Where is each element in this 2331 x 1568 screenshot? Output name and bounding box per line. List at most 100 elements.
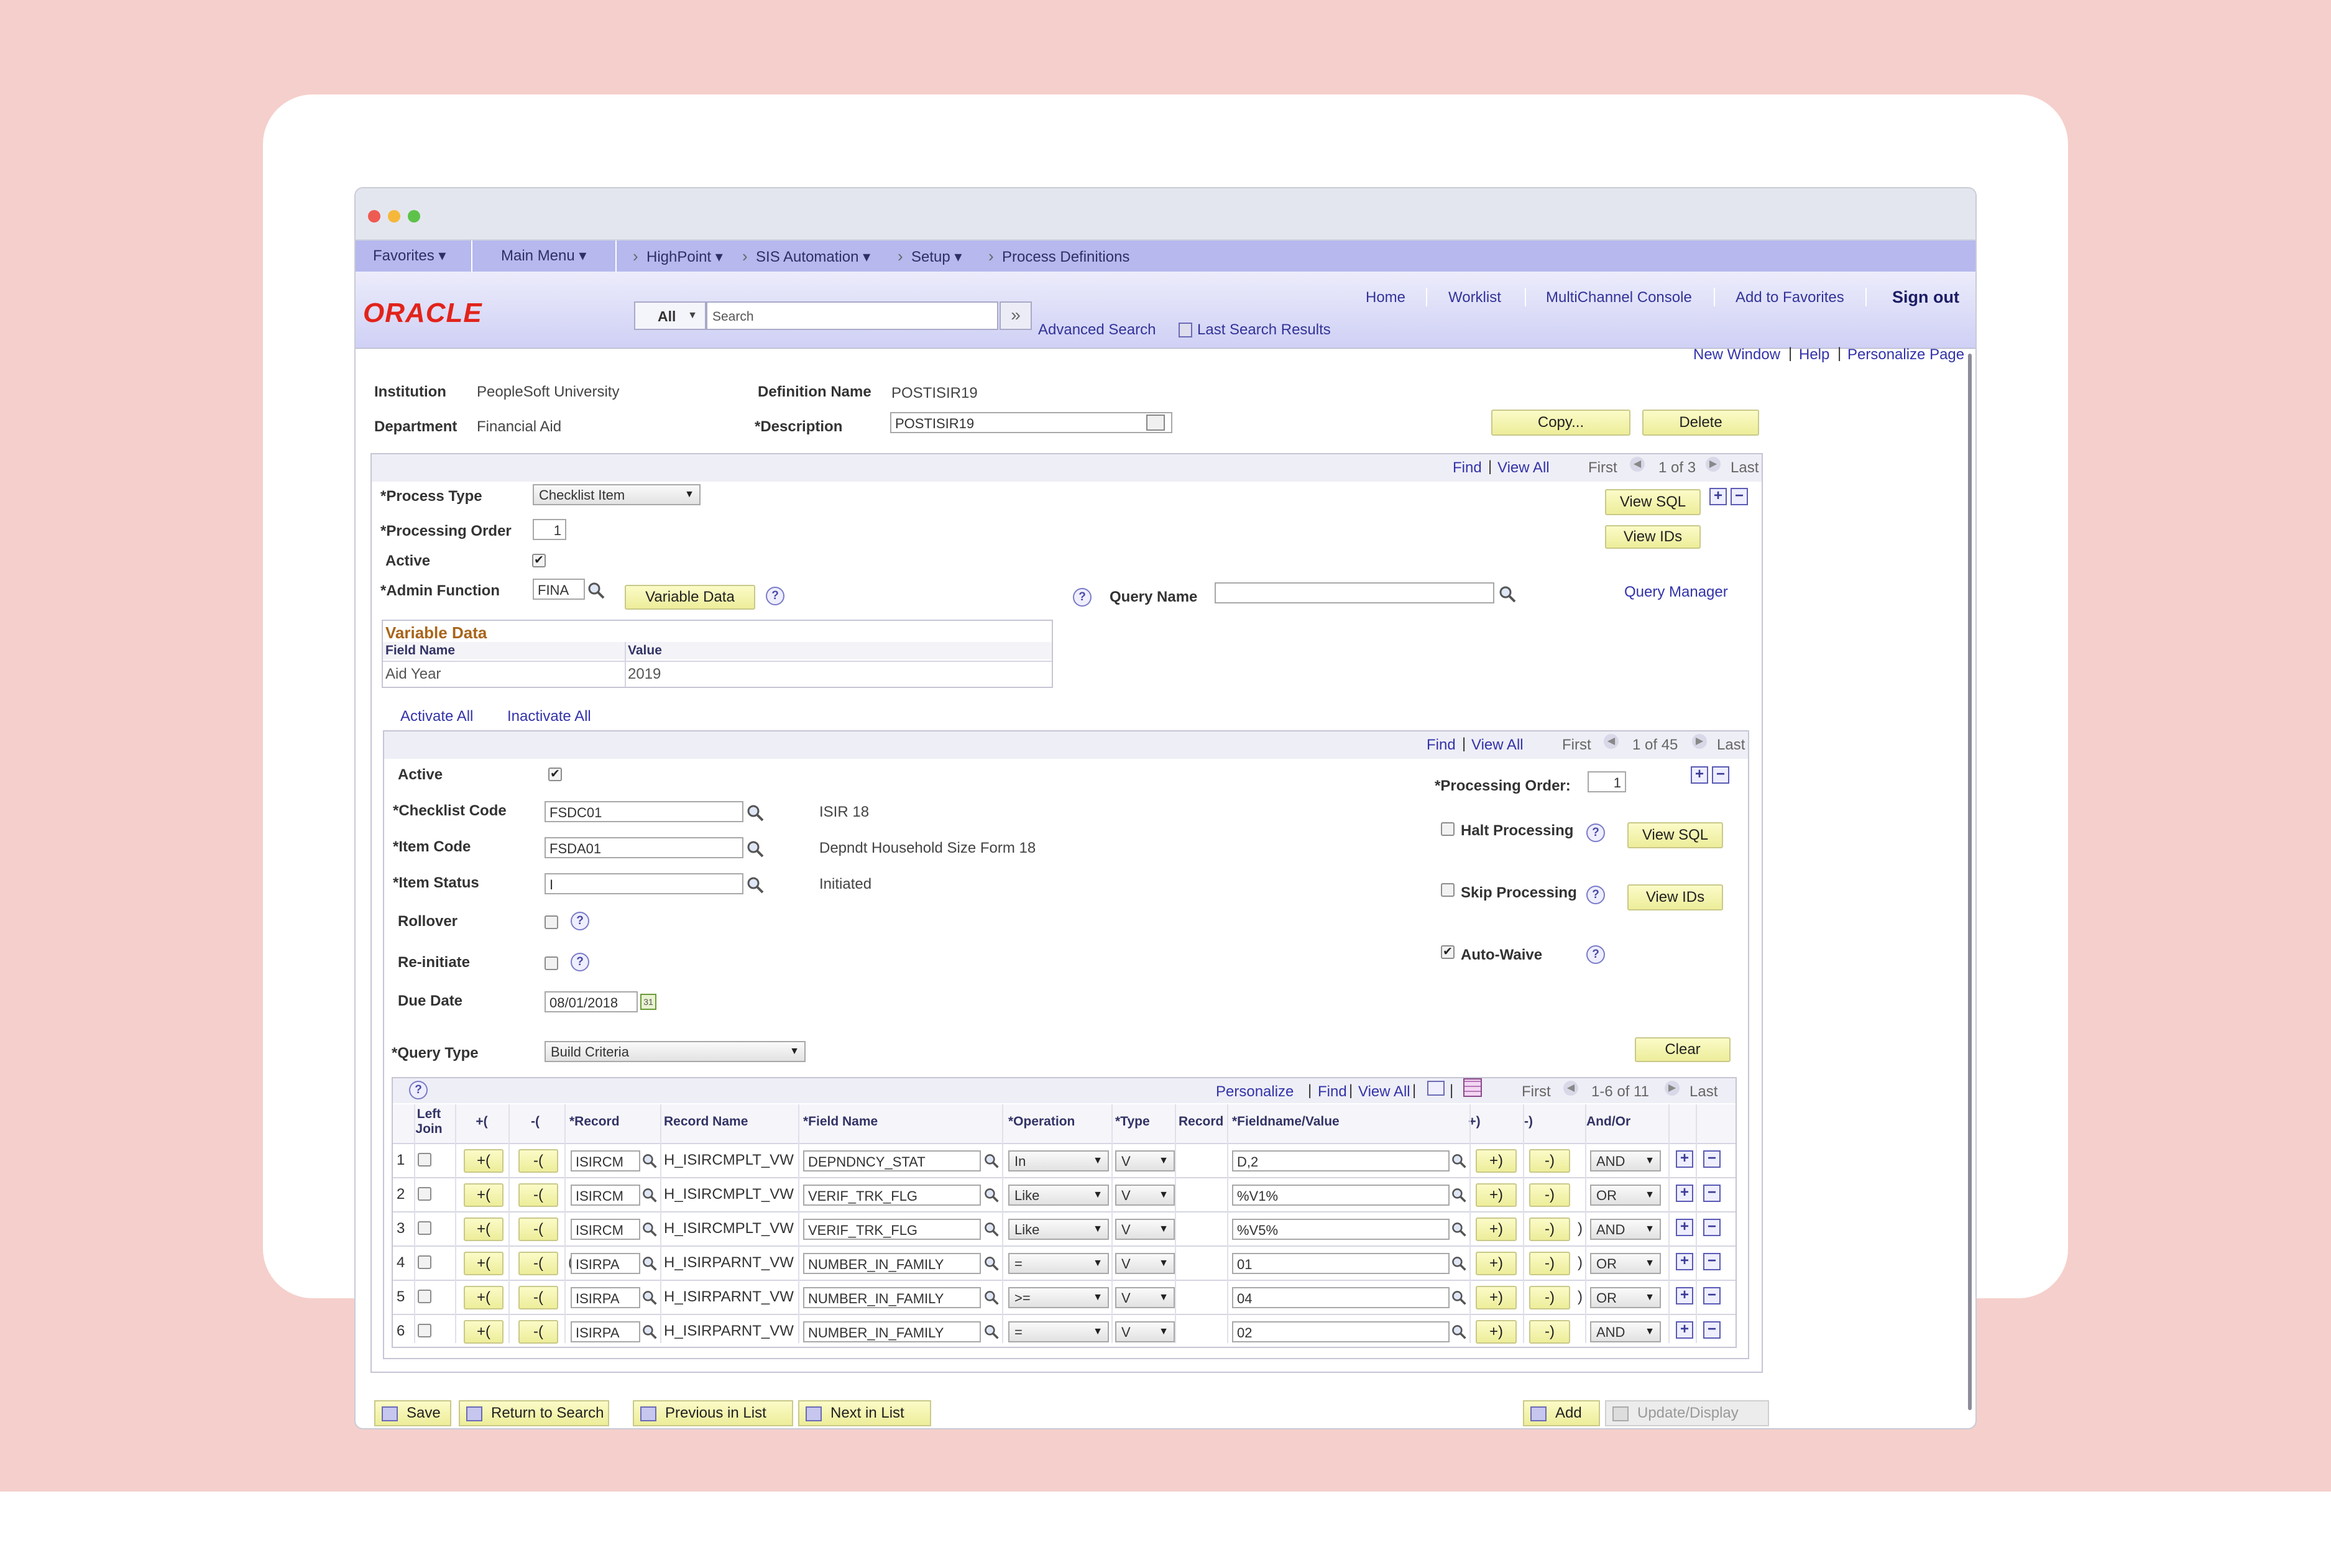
item-view-ids-button[interactable]: View IDs — [1627, 884, 1723, 910]
add-open-paren-button[interactable]: +( — [464, 1183, 503, 1207]
search-icon[interactable] — [1498, 585, 1517, 603]
field-name-field[interactable]: VERIF_TRK_FLG — [803, 1219, 981, 1240]
del-close-paren-button[interactable]: -) — [1529, 1217, 1570, 1241]
description-field[interactable]: POSTISIR19 — [890, 412, 1172, 433]
left-join-checkbox[interactable] — [418, 1153, 431, 1167]
type-select[interactable]: V ▼ — [1115, 1253, 1175, 1274]
operation-select[interactable]: >= ▼ — [1008, 1287, 1109, 1308]
add-open-paren-button[interactable]: +( — [464, 1286, 503, 1309]
search-icon[interactable] — [983, 1221, 1002, 1240]
search-icon[interactable] — [641, 1221, 660, 1240]
field-name-field[interactable]: NUMBER_IN_FAMILY — [803, 1253, 981, 1274]
del-close-paren-button[interactable]: -) — [1529, 1149, 1570, 1173]
and-or-select[interactable]: OR ▼ — [1590, 1185, 1661, 1206]
del-open-paren-button[interactable]: -( — [518, 1149, 558, 1173]
process-view-ids-button[interactable]: View IDs — [1605, 525, 1701, 549]
item-active-checkbox[interactable]: ✔ — [548, 768, 562, 781]
operation-select[interactable]: = ▼ — [1008, 1321, 1109, 1342]
type-select[interactable]: V ▼ — [1115, 1185, 1175, 1206]
add-button[interactable]: Add — [1523, 1400, 1600, 1426]
fieldname-value-field[interactable]: %V5% — [1232, 1219, 1450, 1240]
breadcrumb-highpoint[interactable]: › HighPoint ▾ — [633, 247, 723, 266]
process-view-sql-button[interactable]: View SQL — [1605, 489, 1701, 515]
item-view-all-link[interactable]: View All — [1471, 736, 1524, 754]
inactivate-all-link[interactable]: Inactivate All — [507, 708, 591, 725]
search-icon[interactable] — [641, 1255, 660, 1274]
field-name-field[interactable]: NUMBER_IN_FAMILY — [803, 1287, 981, 1308]
field-name-field[interactable]: NUMBER_IN_FAMILY — [803, 1321, 981, 1342]
multichannel-console-link[interactable]: MultiChannel Console — [1546, 289, 1692, 306]
add-close-paren-button[interactable]: +) — [1476, 1320, 1517, 1344]
skip-processing-checkbox[interactable] — [1441, 883, 1455, 897]
search-icon[interactable] — [641, 1187, 660, 1206]
reinitiate-checkbox[interactable] — [545, 956, 558, 970]
add-close-paren-button[interactable]: +) — [1476, 1183, 1517, 1207]
calendar-icon[interactable]: 31 — [640, 994, 656, 1010]
checklist-code-field[interactable]: FSDC01 — [545, 801, 743, 822]
and-or-select[interactable]: AND ▼ — [1590, 1150, 1661, 1171]
add-row-icon[interactable]: + — [1676, 1253, 1693, 1270]
processing-order-field[interactable]: 1 — [533, 519, 566, 540]
left-join-checkbox[interactable] — [418, 1255, 431, 1269]
fieldname-value-field[interactable]: 04 — [1232, 1287, 1450, 1308]
new-window-link[interactable]: New Window — [1693, 346, 1780, 364]
scrollbar[interactable] — [1968, 354, 1972, 1410]
next-in-list-button[interactable]: Next in List — [798, 1400, 931, 1426]
help-icon[interactable]: ? — [766, 587, 784, 605]
process-view-all-link[interactable]: View All — [1497, 459, 1550, 477]
query-name-field[interactable] — [1215, 582, 1494, 603]
left-join-checkbox[interactable] — [418, 1290, 431, 1303]
fieldname-value-field[interactable]: %V1% — [1232, 1185, 1450, 1206]
add-close-paren-button[interactable]: +) — [1476, 1286, 1517, 1309]
item-find-link[interactable]: Find — [1427, 736, 1456, 754]
delete-row-icon[interactable]: − — [1703, 1321, 1721, 1339]
record-field[interactable]: ISIRCM — [571, 1219, 640, 1240]
help-icon[interactable]: ? — [1586, 945, 1605, 964]
del-open-paren-button[interactable]: -( — [518, 1286, 558, 1309]
help-icon[interactable]: ? — [571, 912, 589, 930]
due-date-field[interactable]: 08/01/2018 — [545, 991, 638, 1012]
item-view-sql-button[interactable]: View SQL — [1627, 822, 1723, 848]
record-field[interactable]: ISIRPA — [571, 1321, 640, 1342]
del-open-paren-button[interactable]: -( — [518, 1252, 558, 1275]
help-icon[interactable]: ? — [571, 953, 589, 971]
return-to-search-button[interactable]: Return to Search — [459, 1400, 609, 1426]
search-icon[interactable] — [983, 1290, 1002, 1308]
clear-button[interactable]: Clear — [1635, 1037, 1731, 1062]
search-icon[interactable] — [641, 1324, 660, 1342]
fieldname-value-field[interactable]: 02 — [1232, 1321, 1450, 1342]
breadcrumb-setup[interactable]: › Setup ▾ — [898, 247, 962, 266]
add-row-icon[interactable]: + — [1676, 1185, 1693, 1202]
add-open-paren-button[interactable]: +( — [464, 1149, 503, 1173]
advanced-search-link[interactable]: Advanced Search — [1038, 321, 1156, 339]
search-icon[interactable] — [983, 1187, 1002, 1206]
item-next-icon[interactable]: ▶ — [1692, 734, 1707, 749]
help-icon[interactable]: ? — [409, 1081, 428, 1099]
search-icon[interactable] — [1451, 1221, 1469, 1240]
add-close-paren-button[interactable]: +) — [1476, 1217, 1517, 1241]
del-open-paren-button[interactable]: -( — [518, 1183, 558, 1207]
delete-button[interactable]: Delete — [1642, 410, 1759, 436]
help-icon[interactable]: ? — [1586, 886, 1605, 904]
process-find-link[interactable]: Find — [1453, 459, 1482, 477]
activate-all-link[interactable]: Activate All — [400, 708, 473, 725]
fieldname-value-field[interactable]: 01 — [1232, 1253, 1450, 1274]
type-select[interactable]: V ▼ — [1115, 1150, 1175, 1171]
add-row-icon[interactable]: + — [1676, 1321, 1693, 1339]
save-button[interactable]: Save — [374, 1400, 451, 1426]
auto-waive-checkbox[interactable]: ✔ — [1441, 945, 1455, 959]
main-menu[interactable]: Main Menu ▾ — [501, 247, 586, 265]
breadcrumb-process-definitions[interactable]: › Process Definitions — [988, 247, 1129, 266]
del-close-paren-button[interactable]: -) — [1529, 1252, 1570, 1275]
add-open-paren-button[interactable]: +( — [464, 1320, 503, 1344]
operation-select[interactable]: In ▼ — [1008, 1150, 1109, 1171]
add-open-paren-button[interactable]: +( — [464, 1217, 503, 1241]
delete-row-icon[interactable]: − — [1703, 1253, 1721, 1270]
add-row-icon[interactable]: + — [1709, 488, 1727, 505]
add-close-paren-button[interactable]: +) — [1476, 1149, 1517, 1173]
criteria-find-link[interactable]: Find — [1318, 1083, 1347, 1101]
worklist-link[interactable]: Worklist — [1448, 289, 1501, 306]
record-field[interactable]: ISIRCM — [571, 1150, 640, 1171]
search-icon[interactable] — [641, 1153, 660, 1171]
minimize-dot[interactable] — [388, 210, 400, 222]
